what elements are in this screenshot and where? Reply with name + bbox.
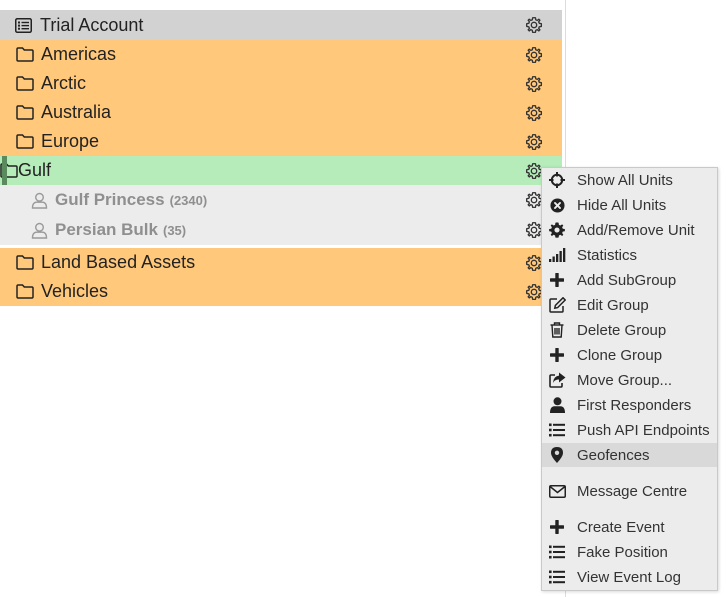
menu-item-move-group[interactable]: Move Group...: [542, 368, 717, 392]
user-icon: [30, 191, 48, 209]
envelope-icon: [548, 482, 566, 500]
menu-item-label: Geofences: [577, 446, 650, 464]
user-icon: [30, 221, 48, 239]
menu-item-hide-all-units[interactable]: Hide All Units: [542, 193, 717, 217]
tree-row-gulf[interactable]: Gulf: [0, 156, 562, 185]
menu-item-label: Statistics: [577, 246, 638, 264]
menu-item-label: Create Event: [577, 518, 665, 536]
menu-item-show-all-units[interactable]: Show All Units: [542, 168, 717, 192]
menu-item-label: Add/Remove Unit: [577, 221, 695, 239]
menu-item-label: Push API Endpoints: [577, 421, 710, 439]
folder-icon: [16, 75, 34, 93]
unit-count: (2340): [169, 192, 208, 208]
plus-icon: [548, 346, 566, 364]
gear-icon[interactable]: [524, 74, 544, 94]
plus-icon: [548, 518, 566, 536]
menu-item-geofences[interactable]: Geofences: [542, 443, 717, 467]
tree-row-label: Australia: [41, 102, 112, 122]
unit-count: (35): [163, 222, 187, 238]
unit-name: Persian Bulk: [55, 220, 158, 239]
gear-icon[interactable]: [524, 103, 544, 123]
tree-row-gulf-princess[interactable]: Gulf Princess (2340): [0, 185, 562, 215]
cog-icon: [548, 221, 566, 239]
tree-row-vehicles[interactable]: Vehicles: [0, 277, 562, 306]
menu-item-create-event[interactable]: Create Event: [542, 515, 717, 539]
unit-name: Gulf Princess: [55, 190, 165, 209]
signal-icon: [548, 246, 566, 264]
list-ul-icon: [548, 568, 566, 586]
menu-item-view-event-log[interactable]: View Event Log: [542, 565, 717, 589]
group-context-menu: Show All Units Hide All Units Add/Remove…: [541, 167, 718, 591]
folder-icon: [16, 46, 34, 64]
menu-item-add-remove-unit[interactable]: Add/Remove Unit: [542, 218, 717, 242]
tree-row-label: Land Based Assets: [41, 252, 196, 272]
share-icon: [548, 371, 566, 389]
menu-item-message-centre[interactable]: Message Centre: [542, 479, 717, 503]
tree-row-label: Americas: [41, 44, 117, 64]
tree-row-arctic[interactable]: Arctic: [0, 69, 562, 98]
menu-item-label: First Responders: [577, 396, 692, 414]
menu-item-edit-group[interactable]: Edit Group: [542, 293, 717, 317]
menu-item-label: Delete Group: [577, 321, 667, 339]
tree-row-label: Trial Account: [40, 14, 144, 35]
menu-item-label: Hide All Units: [577, 196, 667, 214]
tree-row-trial-account[interactable]: Trial Account: [0, 10, 562, 40]
list-ul-icon: [548, 543, 566, 561]
crosshairs-icon: [548, 171, 566, 189]
folder-icon: [16, 283, 34, 301]
trash-icon: [548, 321, 566, 339]
menu-item-label: Add SubGroup: [577, 271, 677, 289]
gear-icon[interactable]: [524, 132, 544, 152]
gear-icon[interactable]: [524, 15, 544, 35]
map-marker-icon: [548, 446, 566, 464]
menu-item-add-subgroup[interactable]: Add SubGroup: [542, 268, 717, 292]
menu-item-label: Move Group...: [577, 371, 673, 389]
user-solid-icon: [548, 396, 566, 414]
gear-icon[interactable]: [524, 45, 544, 65]
menu-item-push-api-endpoints[interactable]: Push API Endpoints: [542, 418, 717, 442]
tree-row-persian-bulk[interactable]: Persian Bulk (35): [0, 215, 562, 245]
menu-item-label: Edit Group: [577, 296, 649, 314]
plus-icon: [548, 271, 566, 289]
menu-item-statistics[interactable]: Statistics: [542, 243, 717, 267]
tree-row-label: Arctic: [41, 73, 86, 93]
selected-indicator: [2, 156, 7, 185]
tree-row-label: Vehicles: [41, 281, 109, 301]
times-circle-icon: [548, 196, 566, 214]
tree-row-land-based-assets[interactable]: Land Based Assets: [0, 248, 562, 277]
folder-icon: [16, 254, 34, 272]
edit-icon: [548, 296, 566, 314]
folder-icon: [16, 133, 34, 151]
tree-row-label: Europe: [41, 131, 100, 151]
menu-item-first-responders[interactable]: First Responders: [542, 393, 717, 417]
menu-item-label: Message Centre: [577, 482, 688, 500]
menu-item-label: Show All Units: [577, 171, 673, 189]
menu-item-delete-group[interactable]: Delete Group: [542, 318, 717, 342]
list-icon: [14, 16, 32, 34]
list-ul-icon: [548, 421, 566, 439]
menu-item-label: View Event Log: [577, 568, 681, 586]
menu-item-clone-group[interactable]: Clone Group: [542, 343, 717, 367]
group-tree: Trial Account Americas Arctic Australia: [0, 10, 562, 306]
tree-row-australia[interactable]: Australia: [0, 98, 562, 127]
menu-item-label: Fake Position: [577, 543, 668, 561]
folder-icon: [16, 104, 34, 122]
tree-row-europe[interactable]: Europe: [0, 127, 562, 156]
menu-item-label: Clone Group: [577, 346, 663, 364]
tree-row-label: Gulf: [18, 160, 52, 180]
tree-row-americas[interactable]: Americas: [0, 40, 562, 69]
menu-item-fake-position[interactable]: Fake Position: [542, 540, 717, 564]
